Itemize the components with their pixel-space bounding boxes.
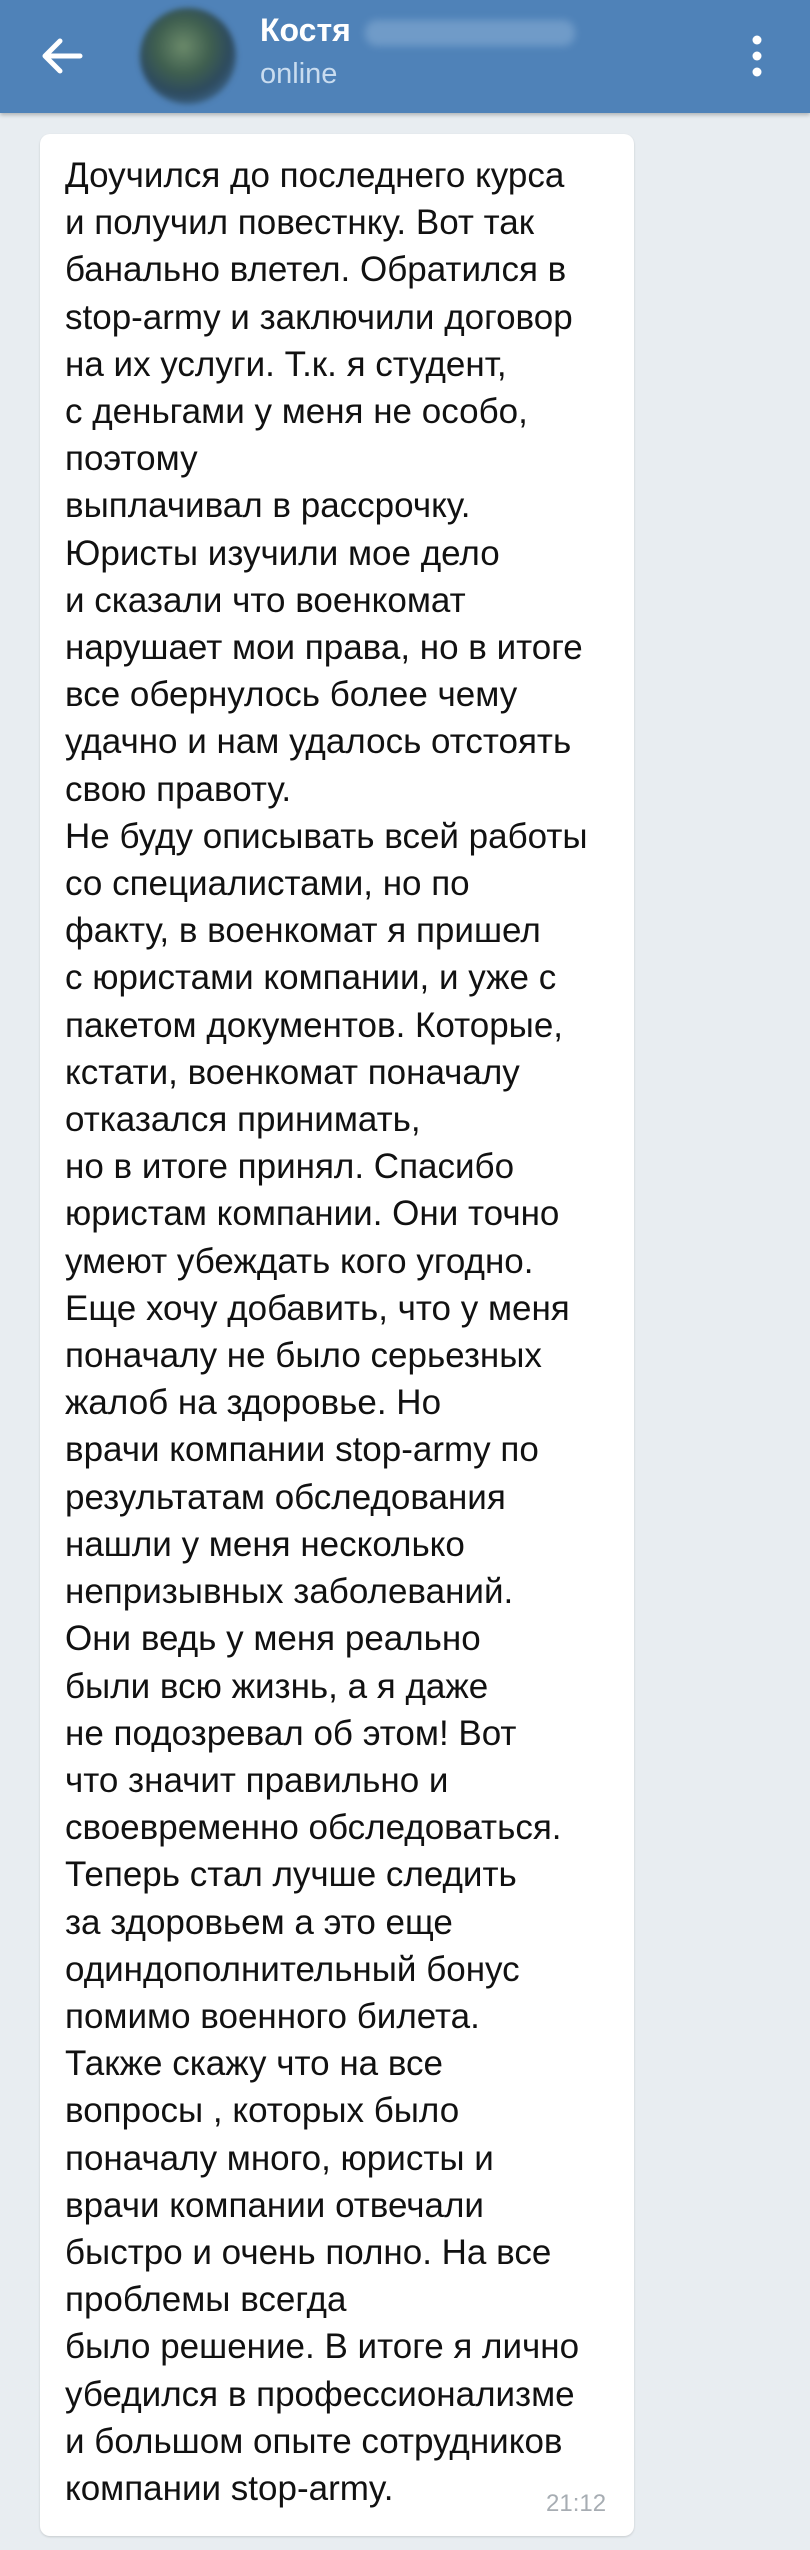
- message-line: банально влетел. Обратился в: [65, 250, 567, 290]
- message-line: быстро и очень полно. На все: [65, 2232, 552, 2272]
- message-line: факту, в военкомат я пришел: [65, 911, 541, 951]
- message-line: но в итоге принял. Спасибо: [65, 1147, 515, 1187]
- message-line: вопросы , которых было: [65, 2091, 460, 2131]
- message-line: одиндополнительный бонус: [65, 1949, 520, 1989]
- message-line: поначалу много, юристы и: [65, 2138, 494, 2178]
- message-line: за здоровьем а это еще: [65, 1902, 453, 1942]
- message-line: компании stop-army.: [65, 2468, 394, 2508]
- message-line: пакетом документов. Которые,: [65, 1005, 564, 1045]
- more-vertical-icon[interactable]: [742, 26, 772, 86]
- message-line: непризывных заболеваний.: [65, 1572, 514, 1612]
- message-line: удачно и нам удалось отстоять: [65, 722, 572, 762]
- message-time: 21:12: [546, 2490, 607, 2517]
- message-line: своевременно обследоваться.: [65, 1808, 562, 1848]
- message-line: отказался принимать,: [65, 1100, 421, 1140]
- message-line: юристам компании. Они точно: [65, 1194, 560, 1234]
- message-line: свою правоту.: [65, 769, 292, 809]
- message-line: что значит правильно и: [65, 1760, 449, 1800]
- blurred-surname: [364, 19, 575, 46]
- message-line: и сказали что военкомат: [65, 580, 466, 620]
- message-line: результатам обследования: [65, 1477, 506, 1517]
- message-line: врачи компании отвечали: [65, 2185, 484, 2225]
- message-line: нашли у меня несколько: [65, 1524, 465, 1564]
- message-line: не подозревал об этом! Вот: [65, 1713, 517, 1753]
- message-line: было решение. В итоге я лично: [65, 2327, 580, 2367]
- message-line: были всю жизнь, а я даже: [65, 1666, 489, 1706]
- message-line: с юристами компании, и уже с: [65, 958, 557, 998]
- message-line: Не буду описывать всей работы: [65, 816, 588, 856]
- message-line: жалоб на здоровье. Но: [65, 1383, 442, 1423]
- message-line: и получил повестнку. Вот так: [65, 203, 535, 243]
- message-line: Теперь стал лучше следить: [65, 1855, 517, 1895]
- message-line: Доучился до последнего курса: [65, 156, 565, 195]
- message-line: все обернулось более чему: [65, 675, 518, 715]
- message-line: Они ведь у меня реально: [65, 1619, 481, 1659]
- message-line: с деньгами у меня не особо,: [65, 392, 528, 432]
- message-line: со специалистами, но по: [65, 864, 470, 904]
- message-line: поначалу не было серьезных: [65, 1336, 542, 1376]
- message-line: выплачивал в рассрочку.: [65, 486, 471, 526]
- message-line: stop-army и заключили договор: [65, 297, 573, 337]
- message-line: врачи компании stop-army по: [65, 1430, 539, 1470]
- message-line: убедился в профессионализме: [65, 2374, 575, 2414]
- message-line: поэтому: [65, 439, 198, 479]
- arrow-left-icon[interactable]: [36, 30, 88, 82]
- message-text: Доучился до последнего курса и получил по…: [65, 152, 625, 2512]
- message-line: Также скажу что на все: [65, 2044, 444, 2084]
- message-line: умеют убеждать кого угодно.: [65, 1241, 534, 1281]
- contact-name[interactable]: Костя: [260, 12, 575, 49]
- message-line: Юристы изучили мое дело: [65, 533, 500, 573]
- message-line: Еще хочу добавить, что у меня: [65, 1288, 570, 1328]
- message-line: на их услуги. Т.к. я студент,: [65, 344, 507, 384]
- contact-name-text: Костя: [260, 12, 351, 48]
- message-line: кстати, военкомат поначалу: [65, 1052, 520, 1092]
- message-line: нарушает мои права, но в итоге: [65, 628, 583, 668]
- chat-header: Костя online: [0, 0, 810, 113]
- contact-status: online: [260, 58, 338, 90]
- message-line: помимо военного билета.: [65, 1996, 480, 2036]
- message-line: проблемы всегда: [65, 2280, 347, 2320]
- message-line: и большом опыте сотрудников: [65, 2421, 563, 2461]
- avatar[interactable]: [140, 8, 236, 104]
